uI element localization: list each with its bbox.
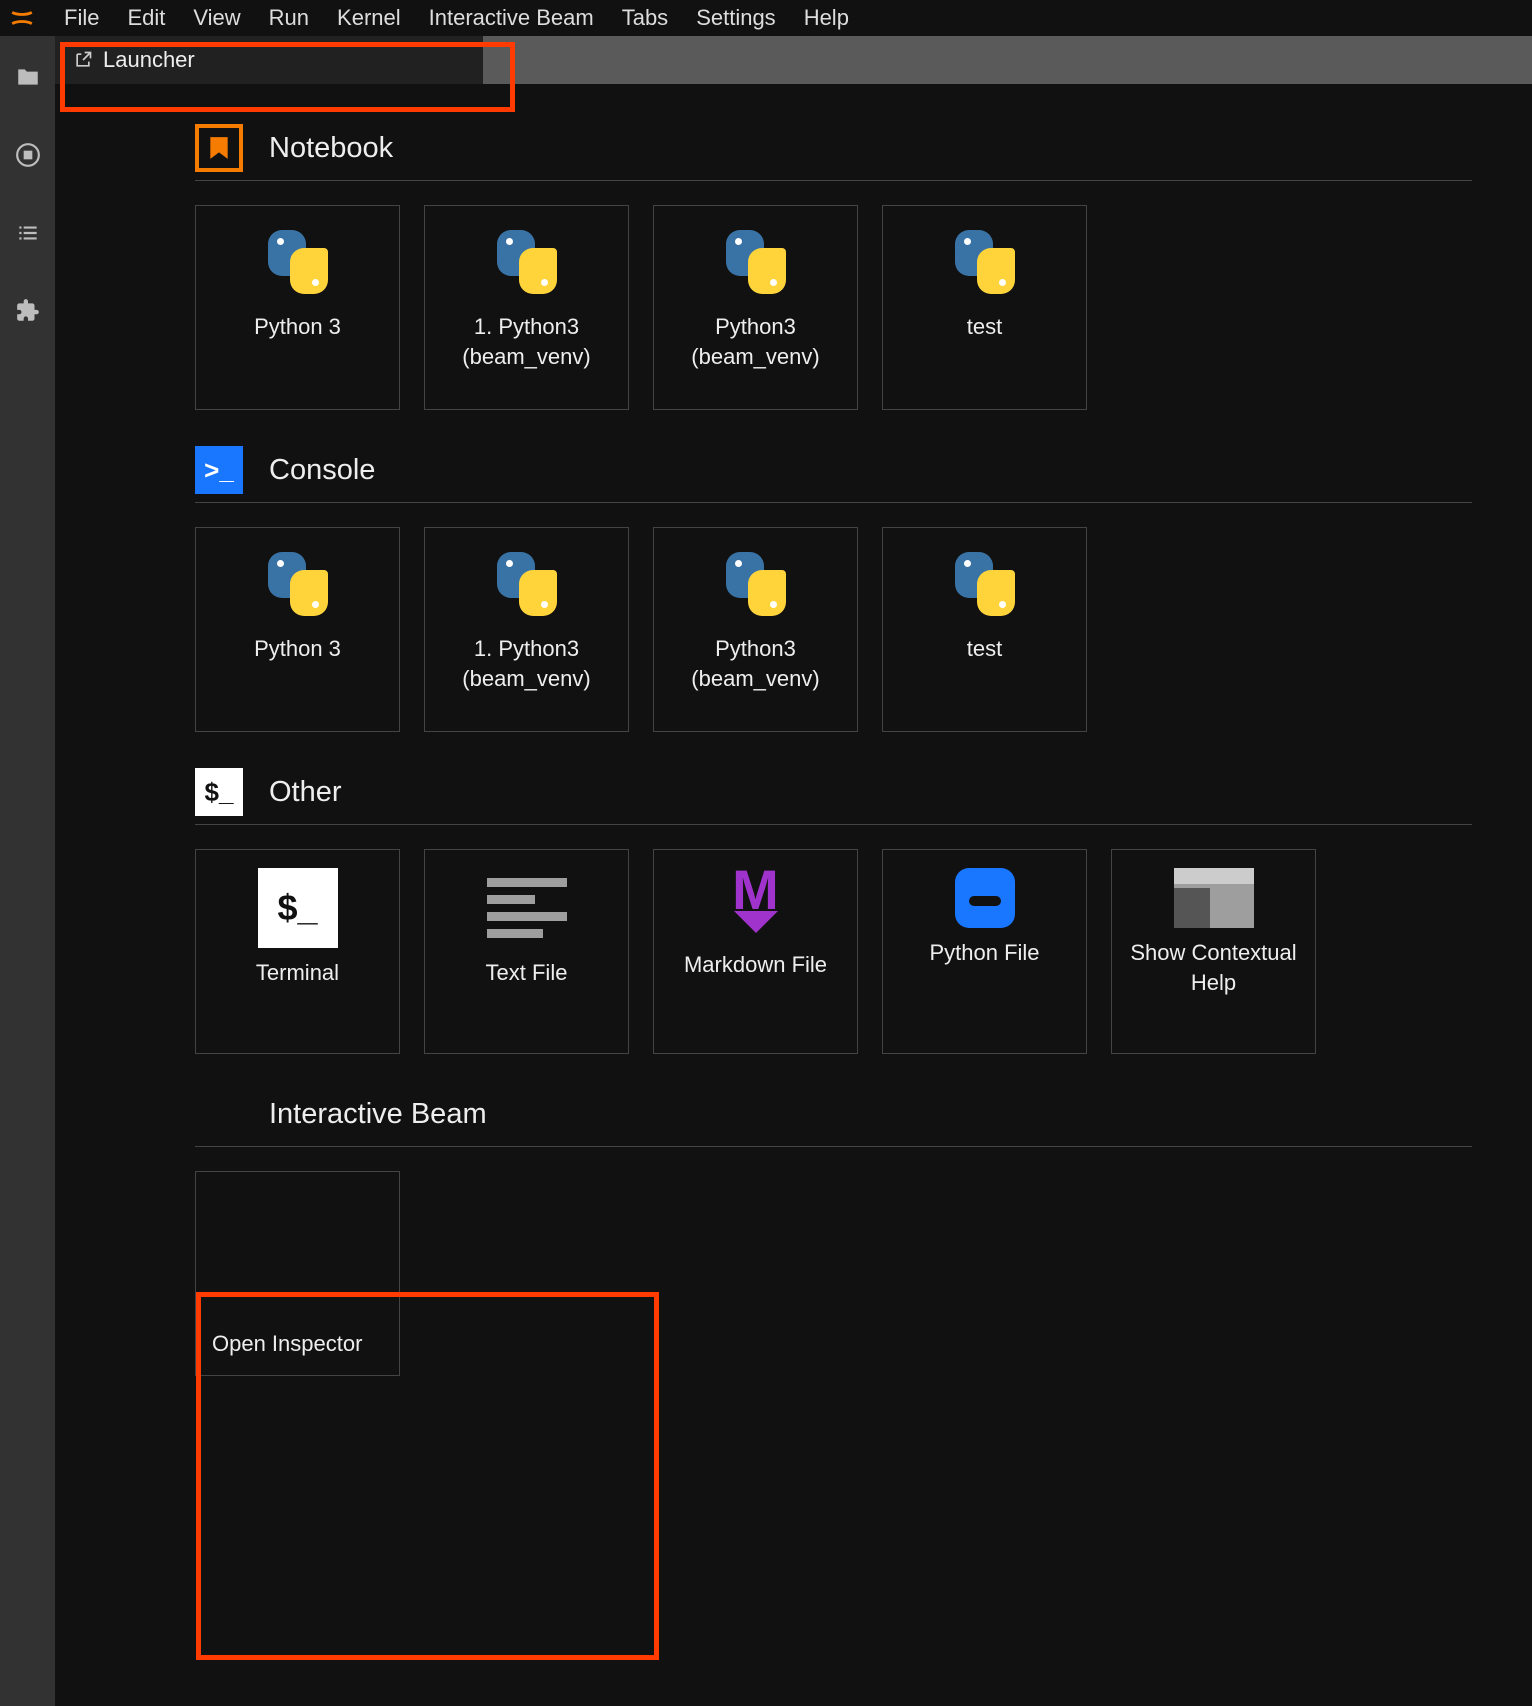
section-title: Console	[269, 454, 375, 487]
launcher-card-console-python3-beam[interactable]: 1. Python3 (beam_venv)	[424, 527, 629, 732]
contextual-help-icon	[1174, 868, 1254, 928]
terminal-icon: $_	[258, 868, 338, 948]
menu-run[interactable]: Run	[255, 1, 323, 35]
extension-icon[interactable]	[15, 298, 41, 324]
card-label: Open Inspector	[212, 1329, 362, 1359]
menu-settings[interactable]: Settings	[682, 1, 790, 35]
top-menubar: File Edit View Run Kernel Interactive Be…	[0, 0, 1532, 36]
card-label: Terminal	[256, 958, 339, 988]
menu-tabs[interactable]: Tabs	[608, 1, 682, 35]
card-label: 1. Python3 (beam_venv)	[433, 634, 620, 693]
list-icon[interactable]	[15, 220, 41, 246]
menu-view[interactable]: View	[179, 1, 254, 35]
python-logo-icon	[953, 552, 1017, 616]
launcher-card-text-file[interactable]: Text File	[424, 849, 629, 1054]
launcher-card-terminal[interactable]: $_ Terminal	[195, 849, 400, 1054]
card-label: Python3 (beam_venv)	[662, 634, 849, 693]
other-section-icon: $_	[195, 768, 243, 816]
launcher-card-open-inspector[interactable]: Open Inspector	[195, 1171, 400, 1376]
section-title: Notebook	[269, 132, 393, 165]
text-file-icon	[487, 868, 567, 948]
section-title: Interactive Beam	[269, 1098, 487, 1131]
menu-kernel[interactable]: Kernel	[323, 1, 415, 35]
menu-file[interactable]: File	[50, 1, 113, 35]
card-label: Markdown File	[684, 950, 827, 980]
python-logo-icon	[724, 552, 788, 616]
python-logo-icon	[495, 552, 559, 616]
python-file-icon	[955, 868, 1015, 928]
tab-label: Launcher	[103, 47, 195, 73]
python-logo-icon	[495, 230, 559, 294]
launcher-card-notebook-python3-beam[interactable]: 1. Python3 (beam_venv)	[424, 205, 629, 410]
section-interactive-beam: Interactive Beam Open Inspector	[195, 1090, 1472, 1376]
divider	[195, 180, 1472, 181]
stop-circle-icon[interactable]	[15, 142, 41, 168]
jupyter-logo	[8, 4, 36, 32]
tab-bar: Launcher	[55, 36, 1532, 84]
menu-help[interactable]: Help	[790, 1, 863, 35]
card-label: Python 3	[254, 312, 341, 342]
tab-launcher[interactable]: Launcher	[55, 36, 483, 84]
python-logo-icon	[266, 230, 330, 294]
launcher-card-console-python3[interactable]: Python 3	[195, 527, 400, 732]
menu-edit[interactable]: Edit	[113, 1, 179, 35]
launcher-card-console-test[interactable]: test	[882, 527, 1087, 732]
card-label: test	[967, 634, 1002, 664]
section-notebook: Notebook Python 3 1. Python3 (beam_venv)…	[195, 124, 1472, 410]
card-label: test	[967, 312, 1002, 342]
card-label: 1. Python3 (beam_venv)	[433, 312, 620, 371]
activity-bar	[0, 36, 55, 1706]
section-console: >_ Console Python 3 1. Python3 (beam_ven…	[195, 446, 1472, 732]
launcher-card-notebook-test[interactable]: test	[882, 205, 1087, 410]
launcher-panel: Notebook Python 3 1. Python3 (beam_venv)…	[55, 84, 1532, 1706]
launch-icon	[73, 50, 93, 70]
markdown-icon: M	[724, 868, 788, 940]
card-label: Python File	[929, 938, 1039, 968]
card-label: Text File	[486, 958, 568, 988]
interactive-beam-section-icon	[195, 1090, 243, 1138]
launcher-card-console-python3-beam2[interactable]: Python3 (beam_venv)	[653, 527, 858, 732]
folder-icon[interactable]	[15, 64, 41, 90]
launcher-card-notebook-python3-beam2[interactable]: Python3 (beam_venv)	[653, 205, 858, 410]
divider	[195, 1146, 1472, 1147]
card-label: Python 3	[254, 634, 341, 664]
launcher-card-contextual-help[interactable]: Show Contextual Help	[1111, 849, 1316, 1054]
console-section-icon: >_	[195, 446, 243, 494]
divider	[195, 502, 1472, 503]
python-logo-icon	[266, 552, 330, 616]
launcher-card-python-file[interactable]: Python File	[882, 849, 1087, 1054]
launcher-card-markdown-file[interactable]: M Markdown File	[653, 849, 858, 1054]
notebook-section-icon	[195, 124, 243, 172]
divider	[195, 824, 1472, 825]
launcher-card-notebook-python3[interactable]: Python 3	[195, 205, 400, 410]
python-logo-icon	[953, 230, 1017, 294]
section-other: $_ Other $_ Terminal Text File M Ma	[195, 768, 1472, 1054]
section-title: Other	[269, 776, 342, 809]
card-label: Show Contextual Help	[1120, 938, 1307, 997]
card-label: Python3 (beam_venv)	[662, 312, 849, 371]
python-logo-icon	[724, 230, 788, 294]
menu-interactive-beam[interactable]: Interactive Beam	[415, 1, 608, 35]
